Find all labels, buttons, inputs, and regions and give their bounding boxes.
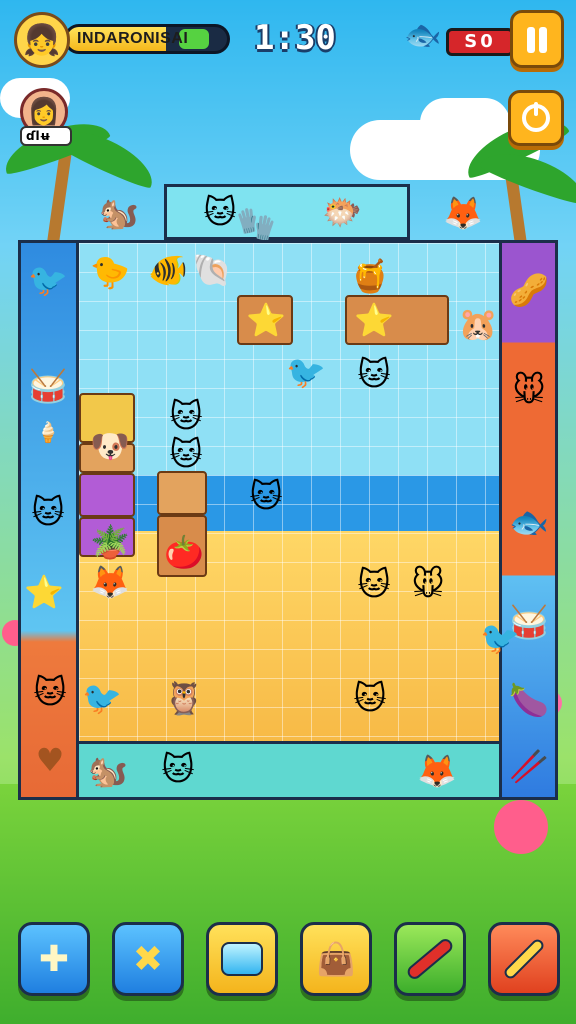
- girl-avatar-icon[interactable]: 👧: [14, 12, 70, 68]
- red-brush-icon: [404, 936, 456, 982]
- dropper-icon: [502, 937, 546, 981]
- blue-bird-piece[interactable]: 🐦: [79, 675, 125, 721]
- brown-bean-piece[interactable]: 🥜: [506, 267, 552, 313]
- star-piece[interactable]: ⭐: [351, 297, 397, 343]
- cross-icon: ✖: [132, 938, 164, 980]
- orange-fox-piece[interactable]: 🦊: [87, 559, 133, 605]
- star-piece[interactable]: ⭐: [21, 569, 67, 615]
- game-timer: 1:30: [254, 18, 336, 58]
- gem-tool-button[interactable]: [206, 922, 278, 996]
- blue-fish-icon: 🐟: [404, 18, 442, 53]
- drum-piece[interactable]: 🥁: [25, 363, 71, 409]
- bag-tool-button[interactable]: 👜: [300, 922, 372, 996]
- grey-cat-piece[interactable]: 🐱: [243, 473, 289, 519]
- purple-cat-piece[interactable]: 🐱: [351, 561, 397, 607]
- blue-gem-icon: [221, 942, 263, 976]
- player-name-bar: INDARONISAI: [64, 24, 230, 54]
- right-piece-column[interactable]: 🥜 🐭 🐟 🥁 🍆 🥢: [499, 243, 555, 797]
- bag-icon: 👜: [316, 940, 356, 978]
- pause-button[interactable]: [510, 10, 564, 68]
- plus-tool-button[interactable]: ✚: [18, 922, 90, 996]
- yellow-fish-piece[interactable]: 🐠: [145, 247, 191, 293]
- bottom-piece-row[interactable]: 🐿️ 🐱 🦊: [79, 741, 499, 797]
- left-piece-column[interactable]: 🐦 🥁 🍦 🐱 ⭐ 🐱 ♥: [21, 243, 79, 797]
- orange-mouse-piece[interactable]: 🐹: [455, 301, 501, 347]
- ice-cream-piece[interactable]: 🍦: [35, 419, 61, 445]
- fox-duo-piece[interactable]: 🦊: [397, 748, 477, 794]
- pink-pufferfish-piece[interactable]: 🐡: [319, 189, 365, 235]
- purple-cat-piece[interactable]: 🐱: [155, 746, 201, 792]
- brown-bird-piece[interactable]: 🐦: [283, 349, 329, 395]
- cross-tool-button[interactable]: ✖: [112, 922, 184, 996]
- clam-piece[interactable]: 🍯: [347, 253, 393, 299]
- orange-cat-piece[interactable]: 🐱: [27, 669, 73, 715]
- heart-piece[interactable]: ♥: [27, 737, 73, 783]
- opponent-tag: ɗlʉ: [20, 126, 72, 146]
- score-counter: S0: [446, 28, 514, 56]
- orange-cat-piece[interactable]: 🐱: [163, 431, 209, 477]
- star-piece[interactable]: ⭐: [243, 297, 289, 343]
- power-icon: [522, 102, 550, 132]
- blue-bird-piece[interactable]: 🐦: [25, 257, 71, 303]
- crossed-sticks-piece[interactable]: 🥢: [506, 743, 552, 789]
- pink-cat-piece[interactable]: 🐱: [351, 351, 397, 397]
- yellow-chick-piece[interactable]: 🐤: [87, 249, 133, 295]
- hud: INDARONISAI 👧 1:30 🐟 S0: [10, 8, 566, 72]
- power-button[interactable]: [508, 90, 564, 146]
- tan-mouse-piece[interactable]: 🐭: [506, 367, 552, 413]
- purple-block[interactable]: [79, 473, 135, 517]
- tan-dog-piece[interactable]: 🐶: [87, 423, 133, 469]
- brown-mouse-piece[interactable]: 🐭: [405, 561, 451, 607]
- squirrel-piece[interactable]: 🐿️: [84, 190, 154, 236]
- blue-cat-piece[interactable]: 🐱: [25, 489, 71, 535]
- grey-bird-piece[interactable]: 🐦: [477, 615, 523, 661]
- pink-flower: [494, 800, 548, 854]
- brush-tool-button[interactable]: [394, 922, 466, 996]
- sand-block[interactable]: [157, 471, 207, 515]
- board-top-row[interactable]: 🐱 🧤 🐡: [164, 184, 410, 240]
- game-board[interactable]: 🐦 🥁 🍦 🐱 ⭐ 🐱 ♥ 🥜 🐭 🐟 🥁 🍆 🥢 🐿️ 🐱 🦊 🐤 🐠 🐚 🍯…: [18, 240, 558, 800]
- pickle-fish-piece[interactable]: 🐟: [506, 499, 552, 545]
- brown-squirrel-piece[interactable]: 🐿️: [85, 748, 131, 794]
- opponent-avatar[interactable]: 👩 ɗlʉ: [20, 88, 74, 150]
- fox-piece[interactable]: 🦊: [440, 190, 486, 236]
- plus-icon: ✚: [38, 938, 70, 980]
- tomato-piece[interactable]: 🍅: [161, 529, 207, 575]
- seashell-piece[interactable]: 🐚: [189, 247, 235, 293]
- player-name: INDARONISAI: [77, 30, 189, 47]
- blue-owl-piece[interactable]: 🦉: [161, 675, 207, 721]
- purple-bean-piece[interactable]: 🍆: [506, 677, 552, 723]
- dropper-tool-button[interactable]: [488, 922, 560, 996]
- white-cat-piece[interactable]: 🐱: [347, 675, 393, 721]
